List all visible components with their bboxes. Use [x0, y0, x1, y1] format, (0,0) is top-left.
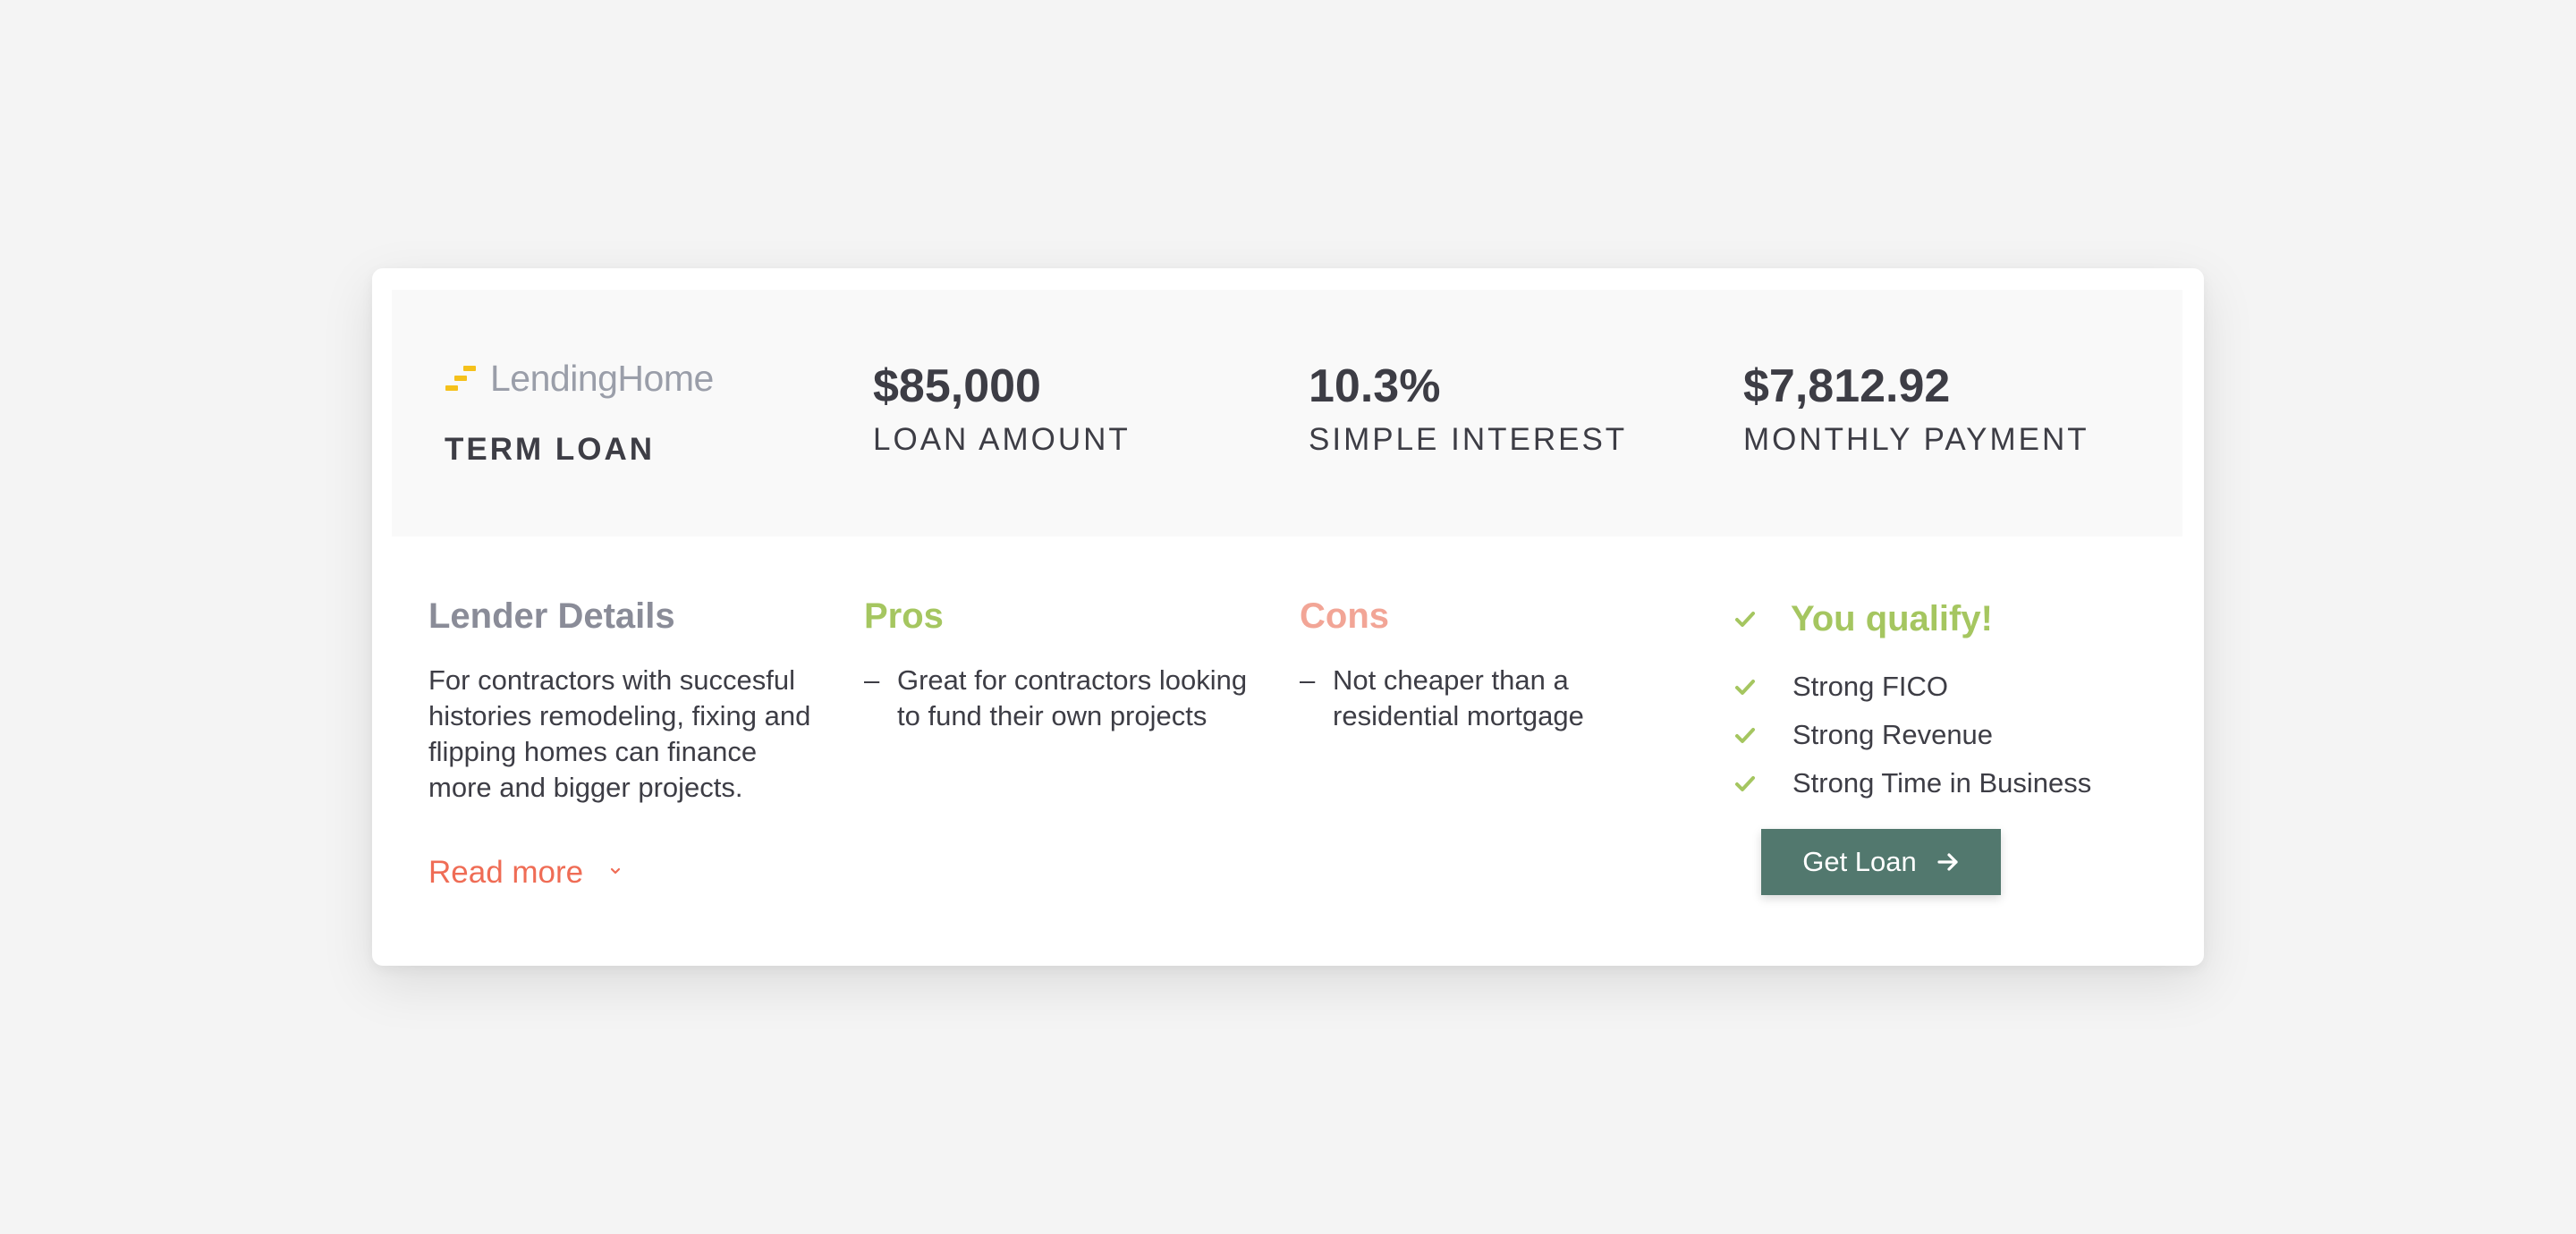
chevron-down-icon [611, 867, 621, 875]
lender-description: For contractors with succesful histories… [428, 664, 811, 803]
qualify-item-text: Strong FICO [1792, 671, 1948, 702]
get-loan-label: Get Loan [1802, 846, 1917, 877]
pros-title: Pros [864, 596, 944, 636]
pros-list-item: – Great for contractors looking to fund … [864, 663, 1258, 734]
loan-amount-value: $85,000 [873, 360, 1041, 412]
lender-name: LendingHome [490, 357, 714, 399]
stairs-logo-icon [444, 362, 479, 394]
pros-item-text: Great for contractors looking to fund th… [897, 664, 1248, 731]
check-icon [1735, 680, 1755, 695]
qualify-item-text: Strong Time in Business [1792, 767, 2092, 799]
dash-bullet: – [1300, 664, 1316, 696]
lender-details-title: Lender Details [428, 596, 675, 636]
check-icon [1735, 728, 1755, 743]
get-loan-button[interactable]: Get Loan [1761, 829, 2001, 895]
interest-label: SIMPLE INTEREST [1309, 422, 1628, 457]
cons-list-item: – Not cheaper than a residential mortgag… [1300, 663, 1604, 734]
check-icon [1735, 776, 1755, 791]
monthly-payment-stat: $7,812.92 MONTHLY PAYMENT [1743, 358, 2089, 458]
loan-amount-stat: $85,000 LOAN AMOUNT [873, 358, 1131, 458]
qualify-title: You qualify! [1791, 599, 1993, 638]
pros-section: Pros – Great for contractors looking to … [864, 595, 1258, 734]
cons-item-text: Not cheaper than a residential mortgage [1333, 664, 1584, 731]
qualify-item: Strong Revenue [1733, 717, 1993, 753]
qualify-item: Strong Time in Business [1733, 765, 2091, 801]
interest-value: 10.3% [1309, 360, 1441, 412]
dash-bullet: – [864, 664, 880, 696]
interest-stat: 10.3% SIMPLE INTEREST [1309, 358, 1627, 458]
read-more-label: Read more [428, 855, 584, 890]
qualify-item: Strong FICO [1733, 669, 1948, 705]
read-more-link[interactable]: Read more [428, 855, 621, 891]
loan-type-label: TERM LOAN [445, 432, 656, 467]
qualify-item-text: Strong Revenue [1792, 719, 1994, 750]
check-icon [1735, 612, 1755, 627]
cons-title: Cons [1300, 596, 1389, 636]
lender-logo: LendingHome [444, 358, 714, 399]
monthly-payment-label: MONTHLY PAYMENT [1743, 422, 2089, 457]
arrow-right-icon [1937, 853, 1958, 871]
qualify-header: You qualify! [1733, 597, 1993, 640]
lender-details-section: Lender Details For contractors with succ… [428, 595, 822, 806]
monthly-payment-value: $7,812.92 [1743, 360, 1951, 412]
cons-section: Cons – Not cheaper than a residential mo… [1300, 595, 1604, 734]
loan-amount-label: LOAN AMOUNT [873, 422, 1131, 457]
